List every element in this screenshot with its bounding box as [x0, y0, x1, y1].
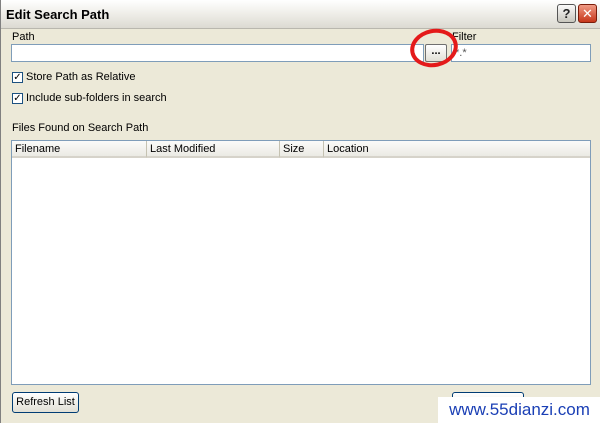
checkmark-icon: ✓ [13, 93, 22, 104]
edit-search-path-dialog: Edit Search Path ? ✕ Path ... Filter ✓ S… [0, 0, 600, 423]
path-input[interactable] [11, 44, 424, 62]
help-button[interactable]: ? [557, 4, 576, 23]
filter-input[interactable] [451, 44, 591, 62]
help-icon: ? [562, 6, 571, 21]
title-bar[interactable]: Edit Search Path ? ✕ [1, 0, 600, 29]
column-header-last-modified[interactable]: Last Modified [147, 141, 280, 158]
close-button[interactable]: ✕ [578, 4, 597, 23]
column-header-location[interactable]: Location [324, 141, 590, 158]
column-header-size[interactable]: Size [280, 141, 324, 158]
path-label: Path [12, 31, 35, 43]
column-header-filename[interactable]: Filename [12, 141, 147, 158]
include-subfolders-checkbox[interactable]: ✓ [12, 93, 23, 104]
store-relative-label[interactable]: Store Path as Relative [26, 71, 135, 83]
store-relative-checkbox[interactable]: ✓ [12, 72, 23, 83]
include-subfolders-label[interactable]: Include sub-folders in search [26, 92, 167, 104]
close-icon: ✕ [582, 6, 593, 21]
refresh-list-button[interactable]: Refresh List [12, 392, 79, 413]
files-found-label: Files Found on Search Path [12, 122, 149, 134]
dialog-title: Edit Search Path [6, 7, 110, 22]
checkmark-icon: ✓ [13, 72, 22, 83]
watermark: www.55dianzi.com [438, 397, 600, 423]
files-list[interactable]: Filename Last Modified Size Location [11, 140, 591, 385]
